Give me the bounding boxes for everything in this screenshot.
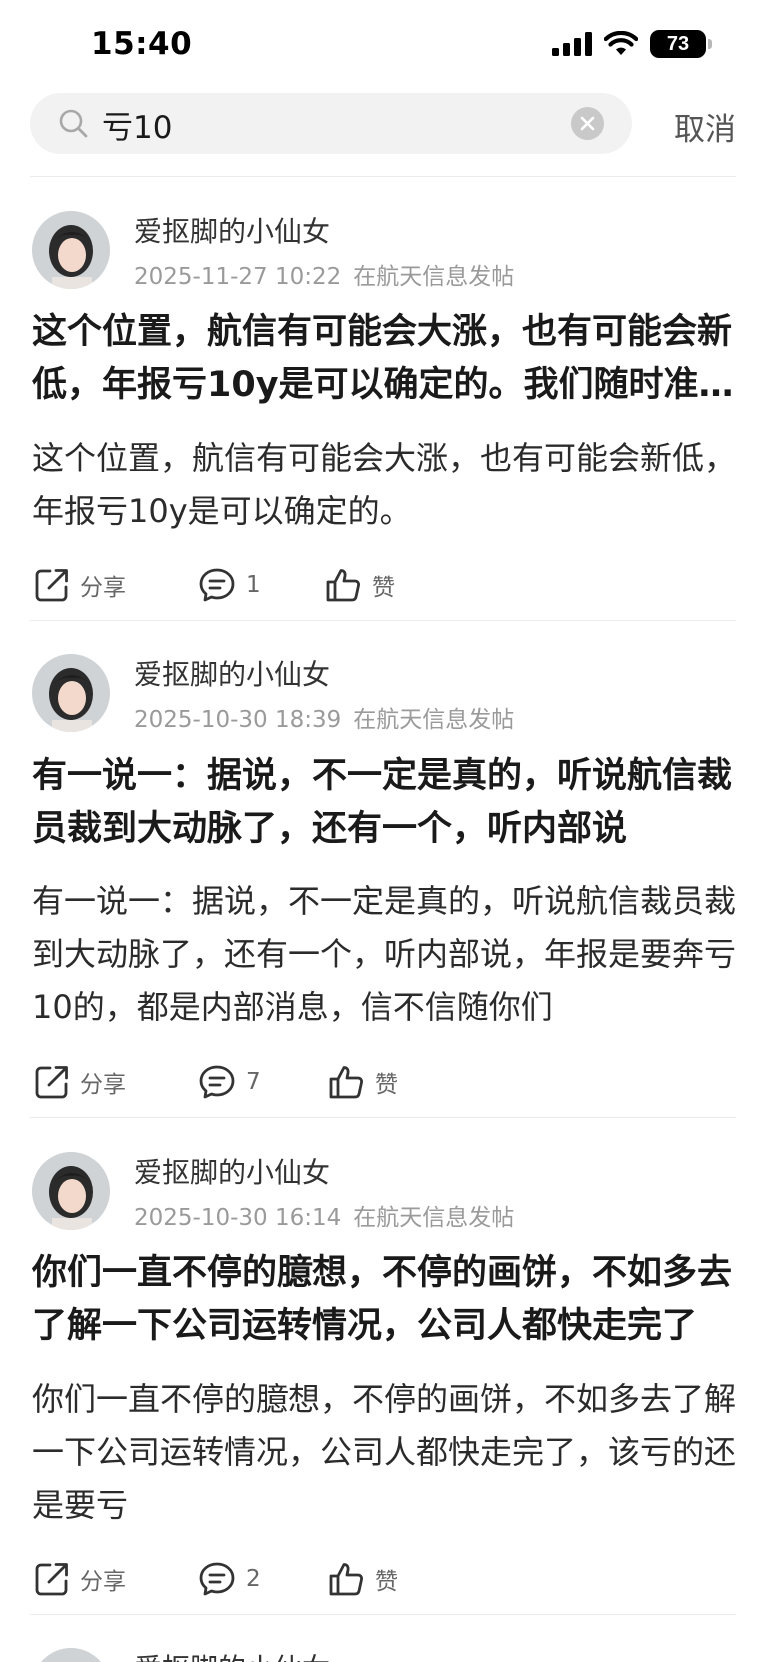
search-icon bbox=[59, 109, 88, 138]
comment-count: 7 bbox=[246, 1069, 261, 1095]
like-button[interactable]: 赞 bbox=[327, 1060, 398, 1104]
post-actions: 分享 1 赞 bbox=[32, 563, 732, 607]
post-body[interactable]: 有一说一：据说，不一定是真的，听说航信裁员裁到大动脉了，还有一个，听内部说，年报… bbox=[32, 875, 742, 1034]
share-icon bbox=[35, 569, 68, 602]
post-forum[interactable]: 在航天信息发帖 bbox=[353, 264, 514, 290]
like-button[interactable]: 赞 bbox=[327, 1557, 398, 1601]
battery-cap bbox=[708, 39, 712, 49]
post-time: 2025-10-30 18:39 bbox=[134, 707, 342, 733]
share-label: 分享 bbox=[80, 1569, 126, 1595]
post-title[interactable]: 有一说一：据说，不一定是真的，听说航信裁员裁到大动脉了，还有一个，听内部说 bbox=[32, 750, 738, 856]
clear-search-button[interactable] bbox=[571, 107, 604, 140]
share-label: 分享 bbox=[80, 1072, 126, 1098]
avatar[interactable] bbox=[32, 1648, 110, 1662]
share-label: 分享 bbox=[80, 575, 126, 601]
status-bar: 15:40 73 bbox=[0, 0, 768, 92]
share-button[interactable]: 分享 bbox=[34, 1557, 126, 1601]
comment-icon bbox=[199, 1562, 235, 1596]
author-name[interactable]: 爱抠脚的小仙女 bbox=[134, 210, 330, 250]
comment-count: 1 bbox=[246, 572, 261, 598]
comment-button[interactable]: 7 bbox=[198, 1060, 261, 1104]
divider bbox=[30, 620, 736, 621]
divider bbox=[30, 176, 736, 177]
comment-icon bbox=[199, 1065, 235, 1099]
comment-icon bbox=[199, 568, 235, 602]
thumbs-up-icon bbox=[326, 569, 360, 602]
share-icon bbox=[35, 1563, 68, 1596]
comment-button[interactable]: 2 bbox=[198, 1557, 261, 1601]
like-button[interactable]: 赞 bbox=[324, 563, 395, 607]
avatar[interactable] bbox=[32, 211, 110, 289]
cellular-signal-icon bbox=[552, 32, 592, 56]
post-actions: 分享 2 赞 bbox=[32, 1557, 732, 1601]
close-icon bbox=[580, 116, 595, 131]
comment-button[interactable]: 1 bbox=[198, 563, 261, 607]
like-label: 赞 bbox=[375, 1569, 398, 1595]
post-meta: 2025-11-27 10:22 在航天信息发帖 bbox=[134, 257, 514, 291]
divider bbox=[30, 1614, 736, 1615]
post-meta: 2025-10-30 18:39 在航天信息发帖 bbox=[134, 700, 514, 734]
search-input[interactable] bbox=[102, 102, 582, 146]
post-meta: 2025-10-30 16:14 在航天信息发帖 bbox=[134, 1198, 514, 1232]
thumbs-up-icon bbox=[329, 1563, 363, 1596]
post-forum[interactable]: 在航天信息发帖 bbox=[353, 1205, 514, 1231]
post-title[interactable]: 这个位置，航信有可能会大涨，也有可能会新低，年报亏10y是可以确定的。我们随时准… bbox=[32, 306, 738, 412]
avatar[interactable] bbox=[32, 654, 110, 732]
post-body[interactable]: 你们一直不停的臆想，不停的画饼，不如多去了解一下公司运转情况，公司人都快走完了，… bbox=[32, 1373, 742, 1532]
post-time: 2025-10-30 16:14 bbox=[134, 1205, 342, 1231]
post-actions: 分享 7 赞 bbox=[32, 1060, 732, 1104]
post-forum[interactable]: 在航天信息发帖 bbox=[353, 707, 514, 733]
like-label: 赞 bbox=[372, 575, 395, 601]
avatar[interactable] bbox=[32, 1152, 110, 1230]
battery-icon: 73 bbox=[650, 30, 712, 58]
author-name[interactable]: 爱抠脚的小仙女 bbox=[134, 1151, 330, 1191]
post-title[interactable]: 你们一直不停的臆想，不停的画饼，不如多去了解一下公司运转情况，公司人都快走完了 bbox=[32, 1247, 738, 1353]
search-bar[interactable] bbox=[30, 93, 632, 154]
share-icon bbox=[35, 1066, 68, 1099]
wifi-icon bbox=[604, 31, 638, 55]
like-label: 赞 bbox=[375, 1072, 398, 1098]
status-icons: 73 bbox=[552, 30, 712, 58]
author-name[interactable]: 爱抠脚的小仙女 bbox=[134, 653, 330, 693]
post-time: 2025-11-27 10:22 bbox=[134, 264, 342, 290]
divider bbox=[30, 1117, 736, 1118]
author-name[interactable]: 爱抠脚的小仙女 bbox=[134, 1647, 330, 1662]
post-body[interactable]: 这个位置，航信有可能会大涨，也有可能会新低，年报亏10y是可以确定的。 bbox=[32, 432, 742, 538]
comment-count: 2 bbox=[246, 1566, 261, 1592]
thumbs-up-icon bbox=[329, 1066, 363, 1099]
share-button[interactable]: 分享 bbox=[34, 563, 126, 607]
battery-level: 73 bbox=[666, 32, 690, 55]
status-time: 15:40 bbox=[91, 26, 193, 62]
cancel-button[interactable]: 取消 bbox=[674, 104, 736, 149]
share-button[interactable]: 分享 bbox=[34, 1060, 126, 1104]
